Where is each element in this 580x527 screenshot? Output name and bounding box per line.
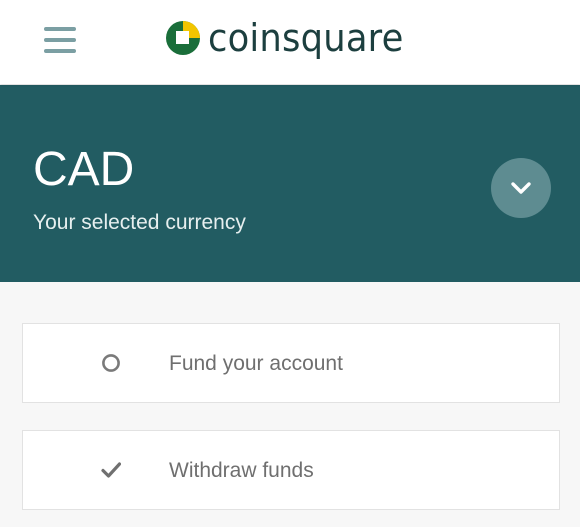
chevron-down-icon [511,182,531,194]
fund-account-label: Fund your account [169,352,343,375]
withdraw-funds-label: Withdraw funds [169,459,314,482]
radio-circle-icon [102,354,120,372]
menu-bar-top [44,27,76,31]
menu-bar-middle [44,38,76,42]
logo-text: coinsquare [208,16,404,60]
selected-currency-caption: Your selected currency [33,211,246,234]
coinsquare-logo-mark-icon [166,21,200,55]
currency-dropdown-button[interactable] [491,158,551,218]
selected-currency-code: CAD [33,143,135,196]
checkmark-icon [101,462,121,478]
hamburger-menu-icon[interactable] [44,27,76,55]
fund-account-option[interactable]: Fund your account [22,323,560,403]
currency-banner: CAD Your selected currency [0,85,580,282]
menu-bar-bottom [44,49,76,53]
options-list: Fund your account Withdraw funds [0,282,580,527]
withdraw-funds-option[interactable]: Withdraw funds [22,430,560,510]
app-header: coinsquare [0,0,580,84]
coinsquare-logo[interactable]: coinsquare [165,18,418,58]
